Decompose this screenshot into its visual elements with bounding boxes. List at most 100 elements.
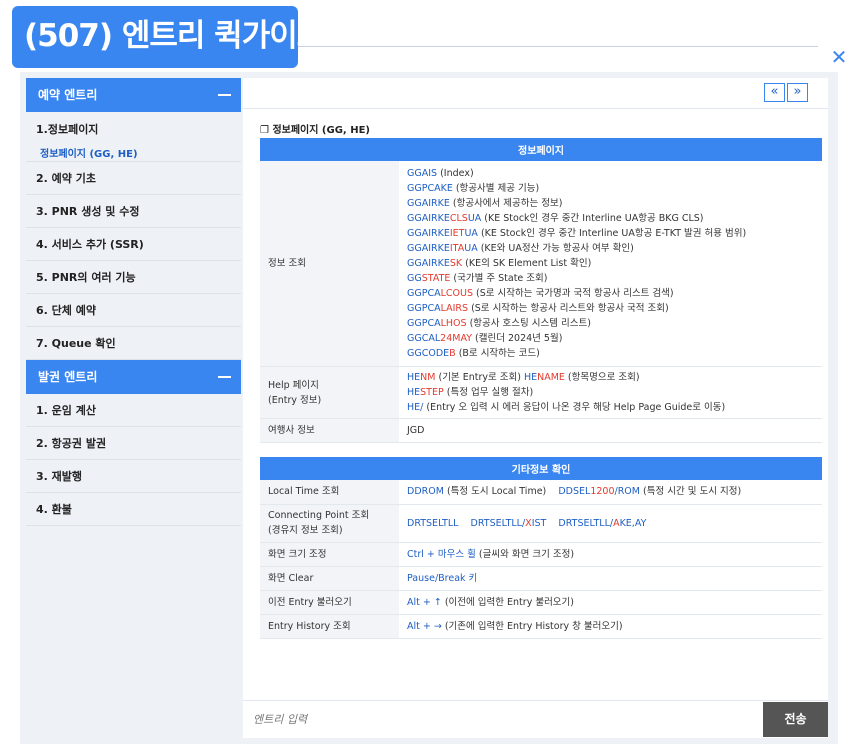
entry-code[interactable]: KE — [441, 183, 453, 194]
sidebar-item-info-page[interactable]: 1.정보페이지 정보페이지 (GG, HE) — [26, 112, 241, 162]
entry-code[interactable]: KE — [438, 243, 450, 254]
entry-param[interactable]: LHOS — [441, 318, 467, 329]
entry-code[interactable]: UA — [468, 213, 481, 224]
entry-command[interactable]: Pause/Break 키 — [407, 573, 477, 584]
prev-page-button[interactable]: « — [764, 83, 785, 102]
row-label: Help 페이지 (Entry 정보) — [260, 366, 399, 419]
entry-code[interactable]: UA — [464, 243, 477, 254]
agent-entry[interactable]: JGD — [399, 418, 822, 443]
collapse-icon[interactable] — [218, 376, 231, 378]
sidebar-item-basics[interactable]: 2. 예약 기초 — [26, 162, 241, 195]
entry-command[interactable]: GGCAL — [407, 333, 440, 344]
row-label: 화면 크기 조정 — [260, 542, 399, 567]
help-label-2: (Entry 정보) — [268, 394, 322, 406]
entry-line: GGPCALHOS (항공사 호스팅 시스템 리스트) — [407, 316, 822, 331]
entry-command[interactable]: GGAIR — [407, 258, 438, 269]
entry-param[interactable]: CLS — [450, 213, 468, 224]
entry-code[interactable]: SELTLL/ — [577, 518, 613, 529]
entry-desc: (항목명으로 조회) — [564, 372, 640, 383]
entry-desc: (특정 도시 Local Time) — [443, 486, 547, 498]
entry-param[interactable]: IET — [450, 228, 465, 239]
entry-param[interactable]: LAIRS — [441, 303, 468, 314]
entry-command[interactable]: HE — [524, 372, 537, 383]
main-content: « » ❐ 정보페이지 (GG, HE) 정보페이지 정보 조회 GGAIS (… — [243, 78, 828, 700]
entry-param[interactable]: NAME — [537, 372, 565, 383]
sidebar-subitem-gg-he[interactable]: 정보페이지 (GG, HE) — [36, 145, 241, 160]
entry-code[interactable]: KE — [438, 258, 450, 269]
sidebar-item-group[interactable]: 6. 단체 예약 — [26, 294, 241, 327]
entry-param[interactable]: NM — [420, 372, 435, 383]
entry-code[interactable]: IST — [532, 518, 547, 529]
row-label-line: Entry History 조회 — [268, 620, 351, 632]
entry-command[interactable]: GGAIR — [407, 228, 438, 239]
entry-code[interactable]: /ROM — [615, 486, 640, 497]
entry-param[interactable]: STEP — [420, 387, 444, 398]
entry-desc: (특정 업무 실행 절차) — [443, 387, 534, 398]
row-value: Alt + → (기존에 입력한 Entry History 창 불러오기) — [399, 614, 822, 639]
entry-command[interactable]: HE/ — [407, 402, 423, 413]
sidebar-item-ssr[interactable]: 4. 서비스 추가 (SSR) — [26, 228, 241, 261]
entry-command[interactable]: HE — [407, 387, 420, 398]
entry-command[interactable]: GG — [407, 273, 422, 284]
entry-line: GGCODEB (B로 시작하는 코드) — [407, 346, 822, 361]
entry-code[interactable]: SEL — [573, 486, 590, 497]
entry-param[interactable]: STATE — [422, 273, 451, 284]
sidebar-item-reissue[interactable]: 3. 재발행 — [26, 460, 241, 493]
entry-command[interactable]: GGPCA — [407, 288, 441, 299]
row-value: Pause/Break 키 — [399, 566, 822, 591]
entry-command[interactable]: DRT — [471, 518, 490, 529]
close-icon[interactable]: ✕ — [830, 47, 848, 67]
entry-command[interactable]: GGPCA — [407, 183, 441, 194]
next-page-button[interactable]: » — [787, 83, 808, 102]
row-label-line: Local Time 조회 — [268, 486, 340, 498]
entry-command[interactable]: DD — [558, 486, 573, 497]
entry-command[interactable]: DD — [407, 486, 422, 497]
sidebar-item-fare[interactable]: 1. 운임 계산 — [26, 394, 241, 427]
entry-code[interactable]: SELTLL/ — [490, 518, 526, 529]
collapse-icon[interactable] — [218, 94, 231, 96]
entry-param[interactable]: SK — [450, 258, 462, 269]
sidebar-item-pnr[interactable]: 3. PNR 생성 및 수정 — [26, 195, 241, 228]
sidebar-item-pnr-functions[interactable]: 5. PNR의 여러 기능 — [26, 261, 241, 294]
entry-command[interactable]: Alt + ↑ — [407, 597, 442, 608]
entry-command[interactable]: HE — [407, 372, 420, 383]
section-title: 발권 엔트리 — [38, 370, 98, 384]
row-label: 정보 조회 — [260, 161, 399, 367]
entry-code[interactable]: ROM — [422, 486, 444, 497]
entry-code[interactable]: SELTLL — [426, 518, 458, 529]
sidebar-section-reservation[interactable]: 예약 엔트리 — [26, 78, 241, 112]
entry-command[interactable]: GGAIR — [407, 198, 438, 209]
sidebar-item-queue[interactable]: 7. Queue 확인 — [26, 327, 241, 360]
sidebar-section-ticketing[interactable]: 발권 엔트리 — [26, 360, 241, 394]
entry-param[interactable]: LCOUS — [441, 288, 473, 299]
entry-command[interactable]: GGAIR — [407, 243, 438, 254]
entry-command[interactable]: GGAIR — [407, 213, 438, 224]
table-row: Connecting Point 조회 (경유지 정보 조회) DRTSELTLL … — [260, 504, 822, 543]
entry-param[interactable]: 1200 — [590, 486, 614, 497]
entry-command[interactable]: GGAIS — [407, 168, 437, 179]
entry-line: GGAIRKE (항공사에서 제공하는 정보) — [407, 196, 822, 211]
entry-param[interactable]: ITA — [450, 243, 464, 254]
entry-desc: (항공사에서 제공하는 정보) — [449, 198, 563, 209]
entry-command[interactable]: DRT — [558, 518, 577, 529]
sidebar-item-refund[interactable]: 4. 환불 — [26, 493, 241, 526]
sidebar-item-issue[interactable]: 2. 항공권 발권 — [26, 427, 241, 460]
entry-code[interactable]: UA — [464, 228, 477, 239]
entry-input[interactable] — [253, 701, 753, 737]
entry-desc: (KE Stock인 경우 중간 Interline UA항공 BKG CLS) — [481, 213, 704, 224]
entry-command[interactable]: DRT — [407, 518, 426, 529]
entry-param[interactable]: 24MAY — [440, 333, 472, 344]
entry-code[interactable]: KE,AY — [620, 518, 647, 529]
send-button[interactable]: 전송 — [763, 702, 828, 737]
entry-code[interactable]: KE — [438, 228, 450, 239]
entry-command[interactable]: Alt + → — [407, 621, 442, 632]
entry-code[interactable]: KE — [438, 213, 450, 224]
entry-desc: (글씨와 화면 크기 조정) — [475, 548, 575, 560]
entry-code[interactable]: KE — [438, 198, 450, 209]
entry-command[interactable]: GGCODE — [407, 348, 449, 359]
entry-command[interactable]: Ctrl + 마우스 휠 — [407, 549, 476, 560]
entry-command[interactable]: GGPCA — [407, 318, 441, 329]
entry-desc: (KE Stock인 경우 중간 Interline UA항공 E-TKT 발권… — [477, 228, 747, 239]
entry-desc: (이전에 입력한 Entry 불러오기) — [441, 596, 574, 608]
entry-command[interactable]: GGPCA — [407, 303, 441, 314]
